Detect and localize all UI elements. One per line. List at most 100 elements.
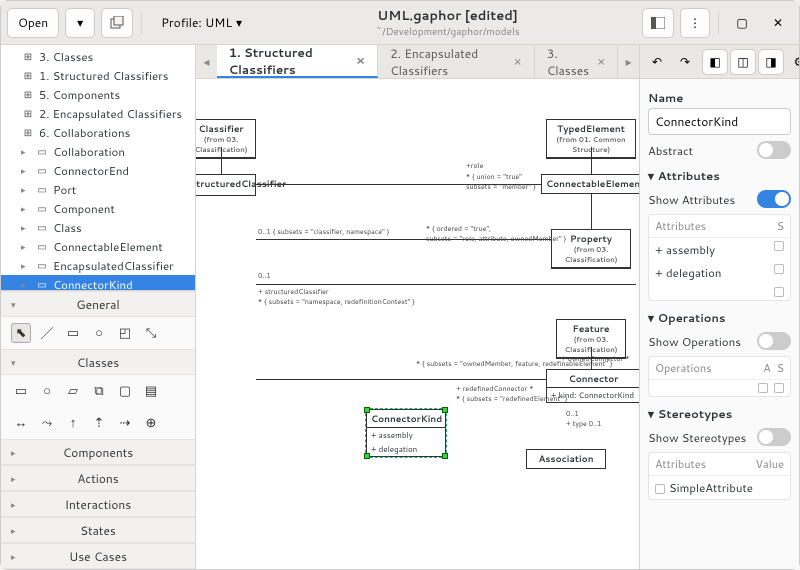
- caret-icon[interactable]: ▸: [21, 278, 31, 290]
- tree-item[interactable]: ▸▭Class: [1, 218, 195, 237]
- static-checkbox[interactable]: [774, 241, 784, 251]
- realization-tool[interactable]: ⇡: [89, 413, 109, 433]
- show-operations-toggle[interactable]: [757, 332, 791, 350]
- resize-handle[interactable]: [364, 407, 370, 413]
- resize-handle[interactable]: [364, 453, 370, 459]
- stereotype-checkbox[interactable]: [655, 484, 665, 494]
- caret-icon[interactable]: ▸: [21, 145, 31, 158]
- list-item[interactable]: SimpleAttribute: [649, 476, 790, 499]
- stereotypes-section[interactable]: ▾Stereotypes: [648, 405, 791, 422]
- tab-scroll-right[interactable]: ▸: [618, 45, 639, 78]
- uml-class-selected[interactable]: ConnectorKind + assembly + delegation: [366, 409, 446, 457]
- operations-section[interactable]: ▾Operations: [648, 309, 791, 326]
- toolbox-section-classes[interactable]: ▾Classes: [1, 349, 195, 375]
- uml-note: +role: [466, 161, 483, 171]
- main-menu-button[interactable]: ⋮: [680, 8, 710, 38]
- open-recent-dropdown[interactable]: ▾: [65, 8, 95, 38]
- align-center-button[interactable]: ◫: [730, 49, 756, 75]
- show-stereotypes-toggle[interactable]: [757, 428, 791, 446]
- ellipse-tool[interactable]: ○: [89, 323, 109, 343]
- profile-selector[interactable]: Profile: UML ▾: [150, 8, 253, 38]
- tree-item[interactable]: ▸▭Collaboration: [1, 142, 195, 161]
- align-right-button[interactable]: ◨: [758, 49, 784, 75]
- dependency-tool[interactable]: ⤳: [37, 413, 57, 433]
- static-checkbox[interactable]: [774, 264, 784, 274]
- undo-button[interactable]: ↶: [644, 49, 670, 75]
- tab[interactable]: 1. Structured Classifiers×: [217, 45, 378, 78]
- list-item[interactable]: + delegation: [649, 261, 790, 284]
- toolbox-section-general[interactable]: ▾General: [1, 291, 195, 317]
- toolbox-section[interactable]: ▸States: [1, 517, 195, 543]
- comment-tool[interactable]: ◰: [115, 323, 135, 343]
- resize-handle[interactable]: [442, 453, 448, 459]
- caret-icon[interactable]: ▸: [21, 240, 31, 253]
- datatype-tool[interactable]: ▢: [115, 381, 135, 401]
- tab-close-icon[interactable]: ×: [597, 53, 605, 71]
- maximize-button[interactable]: ▢: [727, 8, 757, 38]
- class-tool[interactable]: ▭: [11, 381, 31, 401]
- pointer-tool[interactable]: ⬉: [11, 323, 31, 343]
- uml-class[interactable]: structuredClassifier: [196, 174, 256, 196]
- tree-item[interactable]: ▸▭ConnectorEnd: [1, 161, 195, 180]
- tree-item[interactable]: ⊞6. Collaborations: [1, 123, 195, 142]
- caret-icon[interactable]: ▸: [21, 164, 31, 177]
- uml-class[interactable]: Association: [526, 449, 606, 469]
- toolbox-section[interactable]: ▸Interactions: [1, 491, 195, 517]
- model-tree[interactable]: ⊞3. Classes ⊞1. Structured Classifiers ⊞…: [1, 45, 195, 290]
- close-button[interactable]: ✕: [763, 8, 793, 38]
- caret-icon[interactable]: ▸: [21, 202, 31, 215]
- abstract-toggle[interactable]: [757, 141, 791, 159]
- uml-class[interactable]: ConnectableElement: [541, 174, 639, 194]
- list-item-empty[interactable]: [649, 380, 790, 396]
- tree-item[interactable]: ▸▭Component: [1, 199, 195, 218]
- list-item-empty[interactable]: [649, 284, 790, 300]
- containment-tool[interactable]: ⊕: [141, 413, 161, 433]
- sidebar-left-toggle[interactable]: [642, 8, 674, 38]
- toolbox-section[interactable]: ▸Actions: [1, 465, 195, 491]
- name-input[interactable]: [648, 108, 791, 135]
- tree-item[interactable]: ⊞3. Classes: [1, 47, 195, 66]
- align-left-button[interactable]: ◧: [702, 49, 728, 75]
- settings-button[interactable]: ⚙: [786, 49, 799, 75]
- new-diagram-button[interactable]: [101, 8, 133, 38]
- tree-item[interactable]: ▸▭EncapsulatedClassifier: [1, 256, 195, 275]
- open-button[interactable]: Open: [7, 8, 59, 38]
- resize-handle[interactable]: [442, 407, 448, 413]
- tree-item[interactable]: ▸▭Port: [1, 180, 195, 199]
- interface-tool[interactable]: ○: [37, 381, 57, 401]
- tab-scroll-left[interactable]: ◂: [196, 45, 217, 78]
- abstract-checkbox[interactable]: [758, 383, 768, 393]
- static-checkbox[interactable]: [774, 383, 784, 393]
- composite-tool[interactable]: ⧉: [89, 381, 109, 401]
- tab[interactable]: 2. Encapsulated Classifiers×: [378, 45, 535, 78]
- tab-close-icon[interactable]: ×: [513, 53, 521, 71]
- enum-tool[interactable]: ▤: [141, 381, 161, 401]
- show-attributes-toggle[interactable]: [757, 190, 791, 208]
- tree-item-selected[interactable]: ▸▭ConnectorKind: [1, 275, 195, 290]
- uml-class[interactable]: Classifier(from 03. Classification): [196, 119, 256, 159]
- tab-close-icon[interactable]: ×: [356, 52, 365, 70]
- toolbox-section[interactable]: ▸Components: [1, 439, 195, 465]
- tree-item[interactable]: ⊞1. Structured Classifiers: [1, 66, 195, 85]
- caret-icon[interactable]: ▸: [21, 259, 31, 272]
- import-tool[interactable]: ⇢: [115, 413, 135, 433]
- line-tool[interactable]: ／: [37, 323, 57, 343]
- comment-line-tool[interactable]: ⤡: [141, 323, 161, 343]
- caret-icon[interactable]: ▸: [21, 183, 31, 196]
- toolbox-section[interactable]: ▸Use Cases: [1, 543, 195, 569]
- tree-item[interactable]: ⊞2. Encapsulated Classifiers: [1, 104, 195, 123]
- tree-item[interactable]: ▸▭ConnectableElement: [1, 237, 195, 256]
- caret-icon[interactable]: ▸: [21, 221, 31, 234]
- list-item[interactable]: + assembly: [649, 238, 790, 261]
- tree-item[interactable]: ⊞5. Components: [1, 85, 195, 104]
- generalization-tool[interactable]: ↑: [63, 413, 83, 433]
- static-checkbox[interactable]: [774, 287, 784, 297]
- tab[interactable]: 3. Classes×: [535, 45, 619, 78]
- redo-button[interactable]: ↷: [672, 49, 698, 75]
- association-tool[interactable]: ↔: [11, 413, 31, 433]
- uml-note: * { ordered = "true", subsets = "role, a…: [426, 224, 566, 244]
- attributes-section[interactable]: ▾Attributes: [648, 167, 791, 184]
- diagram-canvas[interactable]: Classifier(from 03. Classification) stru…: [196, 79, 639, 569]
- box-tool[interactable]: ▭: [63, 323, 83, 343]
- package-tool[interactable]: ▱: [63, 381, 83, 401]
